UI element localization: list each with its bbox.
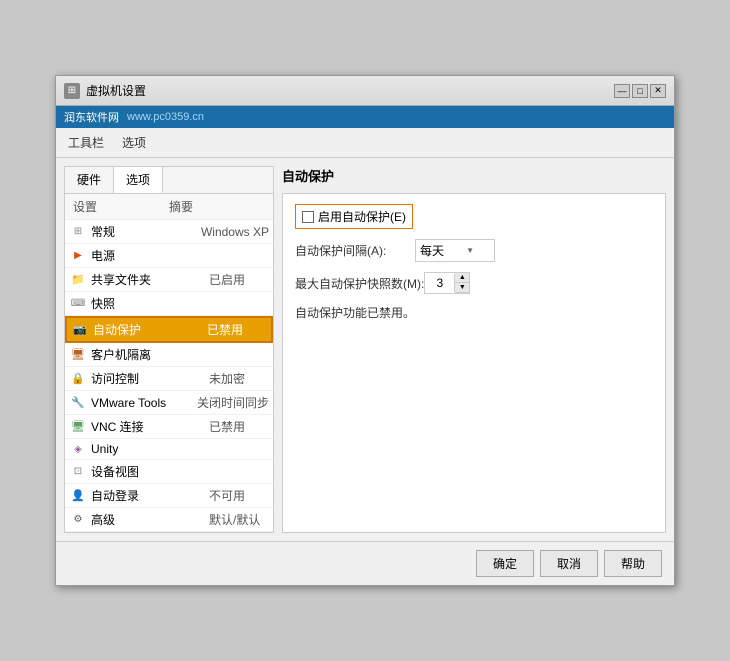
- shared-folder-name: 共享文件夹: [91, 271, 209, 288]
- max-snapshots-label: 最大自动保护快照数(M):: [295, 275, 424, 292]
- settings-item-snapshot[interactable]: 📷 自动保护 已禁用: [65, 316, 273, 343]
- max-snapshots-value: 3: [425, 274, 455, 292]
- settings-list-header: 设置 摘要: [65, 194, 273, 220]
- access-icon: 🔒: [69, 372, 87, 386]
- snapshot-value: 已禁用: [207, 321, 267, 338]
- status-text: 自动保护功能已禁用。: [295, 304, 653, 321]
- col-summary-label: 摘要: [169, 198, 265, 215]
- settings-item-general[interactable]: ⊞ 常规 Windows XP: [65, 220, 273, 244]
- shared-folder-icon: 📁: [69, 273, 87, 287]
- title-controls: — □ ✕: [614, 84, 666, 98]
- main-dialog: ⊞ 虚拟机设置 — □ ✕ 润东软件网 www.pc0359.cn 工具栏 选项…: [55, 75, 675, 586]
- watermark-bar: 润东软件网 www.pc0359.cn: [56, 106, 674, 128]
- settings-item-power[interactable]: ▶ 电源: [65, 244, 273, 268]
- settings-item-isolation[interactable]: 🖥 客户机隔离: [65, 343, 273, 367]
- unity-name: Unity: [91, 442, 209, 456]
- general-value: Windows XP: [201, 225, 269, 239]
- right-panel-title: 自动保护: [282, 166, 666, 185]
- advanced-icon: ⚙: [69, 513, 87, 527]
- power-name: 电源: [91, 247, 209, 264]
- max-snapshots-control: 3 ▲ ▼: [424, 272, 470, 294]
- settings-list: ⊞ 常规 Windows XP ▶ 电源 📁 共享文件夹 已启用 ⌨ 快照: [65, 220, 273, 532]
- left-panel-header: 硬件 选项: [65, 167, 273, 194]
- spinner-down-button[interactable]: ▼: [455, 283, 469, 293]
- unity-icon: ◈: [69, 442, 87, 456]
- settings-item-shared-folder[interactable]: 📁 共享文件夹 已启用: [65, 268, 273, 292]
- shortcut-name: 快照: [91, 295, 209, 312]
- snapshot-name: 自动保护: [93, 321, 207, 338]
- interval-control: 每天 ▼: [415, 239, 495, 262]
- dialog-icon: ⊞: [64, 83, 80, 99]
- interval-select[interactable]: 每天 ▼: [415, 239, 495, 262]
- snapshot-icon: 📷: [71, 323, 89, 337]
- right-panel: 自动保护 启用自动保护(E) 自动保护间隔(A): 每天 ▼: [282, 166, 666, 533]
- title-bar-left: ⊞ 虚拟机设置: [64, 82, 146, 99]
- vnc-name: VNC 连接: [91, 418, 209, 435]
- col-setting-label: 设置: [73, 198, 169, 215]
- settings-item-vmware-tools[interactable]: 🔧 VMware Tools 关闭时间同步: [65, 391, 273, 415]
- spinner-up-button[interactable]: ▲: [455, 273, 469, 283]
- left-panel: 硬件 选项 设置 摘要 ⊞ 常规 Windows XP ▶ 电源: [64, 166, 274, 533]
- interval-arrow-icon: ▼: [466, 246, 474, 255]
- device-name: 设备视图: [91, 463, 209, 480]
- vmware-tools-value: 关闭时间同步: [197, 394, 269, 411]
- footer: 确定 取消 帮助: [56, 541, 674, 585]
- cancel-button[interactable]: 取消: [540, 550, 598, 577]
- advanced-name: 高级: [91, 511, 209, 528]
- toolbar-item-1[interactable]: 选项: [118, 132, 150, 153]
- ok-button[interactable]: 确定: [476, 550, 534, 577]
- general-name: 常规: [91, 223, 201, 240]
- help-button[interactable]: 帮助: [604, 550, 662, 577]
- access-value: 未加密: [209, 370, 269, 387]
- max-snapshots-row: 最大自动保护快照数(M): 3 ▲ ▼: [295, 272, 653, 294]
- brand-text: 润东软件网: [64, 109, 119, 125]
- right-panel-section: 启用自动保护(E) 自动保护间隔(A): 每天 ▼ 最大自动保护快照数(M: [282, 193, 666, 533]
- shared-folder-value: 已启用: [209, 271, 269, 288]
- interval-value: 每天: [420, 242, 444, 259]
- enable-checkbox-label: 启用自动保护(E): [318, 208, 406, 225]
- isolation-name: 客户机隔离: [91, 346, 209, 363]
- interval-row: 自动保护间隔(A): 每天 ▼: [295, 239, 653, 262]
- vmware-tools-icon: 🔧: [69, 396, 87, 410]
- toolbar: 工具栏 选项: [56, 128, 674, 158]
- device-icon: ⊡: [69, 465, 87, 479]
- settings-item-vnc[interactable]: 🖥 VNC 连接 已禁用: [65, 415, 273, 439]
- tab-options[interactable]: 选项: [114, 167, 163, 193]
- maximize-button[interactable]: □: [632, 84, 648, 98]
- advanced-value: 默认/默认: [209, 511, 269, 528]
- close-button[interactable]: ✕: [650, 84, 666, 98]
- enable-row: 启用自动保护(E): [295, 204, 653, 229]
- isolation-icon: 🖥: [69, 348, 87, 362]
- title-bar: ⊞ 虚拟机设置 — □ ✕: [56, 76, 674, 106]
- site-text: www.pc0359.cn: [127, 111, 204, 123]
- dialog-title: 虚拟机设置: [86, 82, 146, 99]
- vmware-tools-name: VMware Tools: [91, 396, 197, 410]
- minimize-button[interactable]: —: [614, 84, 630, 98]
- settings-item-autologin[interactable]: 👤 自动登录 不可用: [65, 484, 273, 508]
- access-name: 访问控制: [91, 370, 209, 387]
- power-icon: ▶: [69, 249, 87, 263]
- autologin-value: 不可用: [209, 487, 269, 504]
- content-area: 硬件 选项 设置 摘要 ⊞ 常规 Windows XP ▶ 电源: [56, 158, 674, 541]
- settings-item-access[interactable]: 🔒 访问控制 未加密: [65, 367, 273, 391]
- enable-checkbox[interactable]: [302, 211, 314, 223]
- autologin-icon: 👤: [69, 489, 87, 503]
- interval-label: 自动保护间隔(A):: [295, 242, 415, 259]
- settings-item-shortcut[interactable]: ⌨ 快照: [65, 292, 273, 316]
- settings-item-advanced[interactable]: ⚙ 高级 默认/默认: [65, 508, 273, 532]
- settings-item-device[interactable]: ⊡ 设备视图: [65, 460, 273, 484]
- autologin-name: 自动登录: [91, 487, 209, 504]
- vnc-value: 已禁用: [209, 418, 269, 435]
- enable-checkbox-wrapper[interactable]: 启用自动保护(E): [295, 204, 413, 229]
- shortcut-icon: ⌨: [69, 297, 87, 311]
- settings-item-unity[interactable]: ◈ Unity: [65, 439, 273, 460]
- vnc-icon: 🖥: [69, 420, 87, 434]
- tab-hardware[interactable]: 硬件: [65, 167, 114, 193]
- max-snapshots-spinner[interactable]: 3 ▲ ▼: [424, 272, 470, 294]
- spinner-buttons: ▲ ▼: [455, 273, 469, 293]
- toolbar-item-0[interactable]: 工具栏: [64, 132, 108, 153]
- general-icon: ⊞: [69, 225, 87, 239]
